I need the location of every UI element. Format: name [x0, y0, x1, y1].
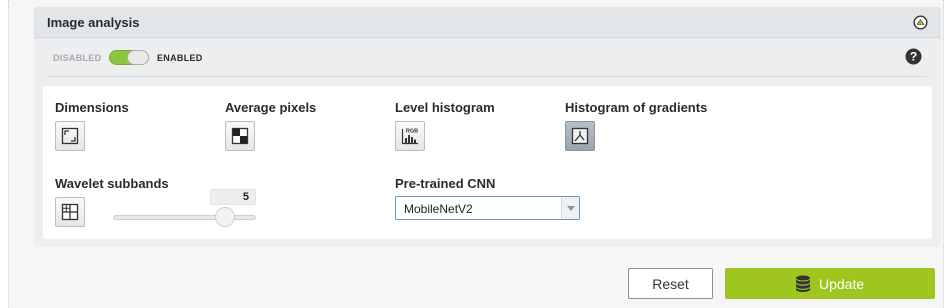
- toggle-disabled-label: DISABLED: [53, 53, 102, 63]
- svg-text:RGB: RGB: [406, 129, 418, 135]
- update-label: Update: [819, 276, 865, 292]
- subbands-slider-track[interactable]: [113, 215, 256, 220]
- help-icon[interactable]: ?: [905, 48, 922, 65]
- enable-toggle-row: DISABLED ENABLED ?: [34, 38, 941, 77]
- panel-header[interactable]: Image analysis: [34, 7, 941, 38]
- dimensions-label: Dimensions: [55, 100, 129, 115]
- enable-switch[interactable]: [109, 50, 149, 65]
- image-analysis-panel: Image analysis DISABLED ENABLED ? Dimens…: [34, 7, 941, 247]
- database-icon: [796, 275, 810, 292]
- cnn-select[interactable]: MobileNetV2: [395, 196, 580, 220]
- wavelet-subbands-label: Wavelet subbands: [55, 176, 169, 191]
- toggle-enabled-label: ENABLED: [157, 53, 203, 63]
- level-histogram-label: Level histogram: [395, 100, 495, 115]
- pretrained-cnn-label: Pre-trained CNN: [395, 176, 496, 191]
- average-pixels-icon: [231, 127, 249, 145]
- subbands-value: 5: [210, 189, 256, 205]
- cnn-select-value: MobileNetV2: [404, 202, 473, 216]
- histogram-gradients-label: Histogram of gradients: [565, 100, 708, 115]
- panel-title: Image analysis: [47, 15, 140, 30]
- gradient-histogram-icon: [571, 127, 589, 145]
- divider: [48, 76, 927, 77]
- histogram-gradients-button[interactable]: [565, 121, 595, 151]
- dimensions-icon: [61, 127, 79, 145]
- collapse-up-icon[interactable]: [913, 15, 928, 30]
- update-button[interactable]: Update: [725, 268, 935, 299]
- svg-text:?: ?: [910, 50, 917, 64]
- dimensions-button[interactable]: [55, 121, 85, 151]
- average-pixels-button[interactable]: [225, 121, 255, 151]
- page-frame: Image analysis DISABLED ENABLED ? Dimens…: [8, 0, 944, 308]
- options-card: Dimensions Average pixels Level histogra…: [43, 86, 932, 239]
- wavelet-grid-icon: [61, 203, 79, 221]
- average-pixels-label: Average pixels: [225, 100, 317, 115]
- wavelet-subbands-button[interactable]: [55, 197, 85, 227]
- subbands-slider-handle[interactable]: [214, 207, 235, 227]
- reset-button[interactable]: Reset: [628, 268, 713, 299]
- chevron-down-icon[interactable]: [561, 197, 579, 219]
- level-histogram-button[interactable]: RGB: [395, 121, 425, 151]
- switch-knob[interactable]: [127, 50, 149, 65]
- rgb-histogram-icon: RGB: [401, 129, 418, 145]
